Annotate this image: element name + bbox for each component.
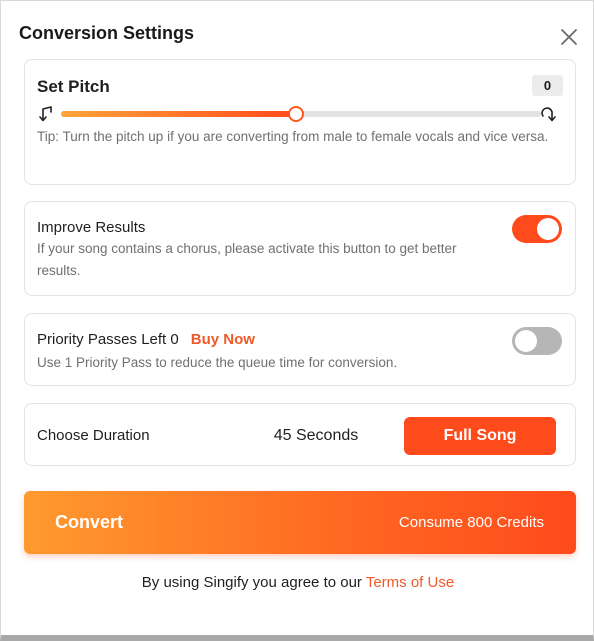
conversion-settings-dialog: Conversion Settings Set Pitch 0 Tip: Tur…	[0, 0, 594, 641]
convert-button[interactable]: Convert Consume 800 Credits	[24, 491, 576, 554]
duration-option-full-song[interactable]: Full Song	[404, 417, 556, 455]
terms-of-use-link[interactable]: Terms of Use	[366, 574, 454, 591]
convert-credits: Consume 800 Credits	[398, 514, 544, 531]
improve-results-label: Improve Results	[37, 219, 146, 236]
pitch-slider[interactable]	[61, 106, 541, 122]
priority-passes-label: Priority Passes Left 0	[37, 331, 179, 348]
toggle-knob	[515, 330, 537, 352]
duration-label: Choose Duration	[37, 427, 150, 444]
toggle-knob	[537, 218, 559, 240]
priority-row: Priority Passes Left 0 Buy Now	[37, 331, 255, 348]
terms-footer: By using Singify you agree to our Terms …	[1, 574, 594, 591]
dialog-title: Conversion Settings	[19, 23, 195, 43]
duration-option-45-seconds[interactable]: 45 Seconds	[261, 417, 371, 455]
priority-pass-toggle[interactable]	[512, 327, 562, 355]
buy-now-link[interactable]: Buy Now	[191, 331, 255, 348]
convert-label: Convert	[55, 512, 124, 532]
priority-passes-description: Use 1 Priority Pass to reduce the queue …	[37, 355, 398, 370]
priority-passes-card: Priority Passes Left 0 Buy Now Use 1 Pri…	[24, 313, 576, 386]
improve-results-card: Improve Results If your song contains a …	[24, 201, 576, 296]
pitch-up-icon[interactable]	[539, 105, 557, 123]
footer-text: By using Singify you agree to our	[141, 574, 366, 591]
duration-card: Choose Duration 45 Seconds Full Song	[24, 403, 576, 466]
close-icon[interactable]	[557, 25, 581, 49]
pitch-value: 0	[532, 75, 563, 96]
pitch-down-icon[interactable]	[37, 105, 55, 123]
pitch-tip: Tip: Turn the pitch up if you are conver…	[37, 129, 549, 144]
improve-results-description: If your song contains a chorus, please a…	[37, 241, 457, 278]
pitch-card: Set Pitch 0 Tip: Turn the pitch up if yo…	[24, 59, 576, 185]
pitch-label: Set Pitch	[37, 77, 110, 96]
improve-results-toggle[interactable]	[512, 215, 562, 243]
pitch-slider-fill	[61, 111, 297, 117]
pitch-slider-thumb[interactable]	[288, 106, 305, 122]
